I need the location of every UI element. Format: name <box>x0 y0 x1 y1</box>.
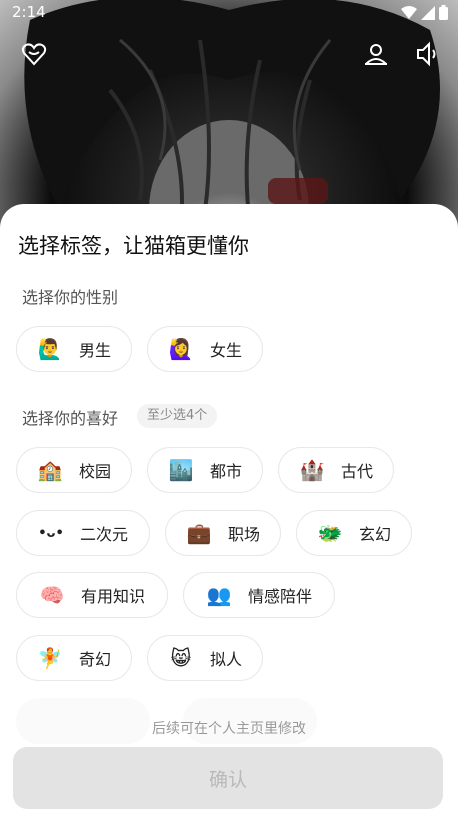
sheet-title: 选择标签，让猫箱更懂你 <box>18 234 249 258</box>
chip-label: 玄幻 <box>358 525 391 544</box>
status-time: 2:14 <box>12 3 46 21</box>
gender-option-female[interactable]: 🙋‍♀️ 女生 <box>147 326 263 372</box>
chip-label: 有用知识 <box>80 587 145 606</box>
volume-icon[interactable] <box>414 40 442 68</box>
male-emoji-icon: 🙋‍♂️ <box>37 337 63 361</box>
female-emoji-icon: 🙋‍♀️ <box>168 337 194 361</box>
chip-label: 拟人 <box>209 650 242 669</box>
interest-option-anthropomorphic[interactable]: 😸 拟人 <box>147 635 263 681</box>
wifi-icon <box>401 5 417 19</box>
chip-label: 校园 <box>78 462 111 481</box>
interest-option-city[interactable]: 🏙️ 都市 <box>147 447 263 493</box>
briefcase-icon: 💼 <box>186 521 212 545</box>
castle-icon: 🏰 <box>299 458 325 482</box>
chip-label: 古代 <box>340 462 373 481</box>
chip-label: 职场 <box>227 525 260 544</box>
people-icon: 👥 <box>206 583 232 607</box>
interest-option-campus[interactable]: 🏫 校园 <box>16 447 132 493</box>
chip-label: 情感陪伴 <box>247 587 312 606</box>
chip-label: 男生 <box>78 341 111 360</box>
gender-section-label: 选择你的性别 <box>22 288 119 307</box>
interest-option-ancient[interactable]: 🏰 古代 <box>278 447 394 493</box>
heart-icon[interactable] <box>20 40 48 68</box>
school-icon: 🏫 <box>37 458 63 482</box>
interest-option-companionship[interactable]: 👥 情感陪伴 <box>183 572 335 618</box>
interest-option-fantasy-xuanhuan[interactable]: 🐲 玄幻 <box>296 510 412 556</box>
brain-icon: 🧠 <box>39 583 65 607</box>
confirm-button[interactable]: 确认 <box>13 747 443 809</box>
dragon-icon: 🐲 <box>317 521 343 545</box>
min-select-hint: 至少选4个 <box>137 404 218 428</box>
signal-icon <box>421 5 435 20</box>
interest-option-fantasy[interactable]: 🧚 奇幻 <box>16 635 132 681</box>
city-icon: 🏙️ <box>168 458 194 482</box>
status-bar: 2:14 <box>0 0 458 26</box>
gender-option-male[interactable]: 🙋‍♂️ 男生 <box>16 326 132 372</box>
kaomoji-icon: •ᴗ• <box>38 525 64 541</box>
interest-option-workplace[interactable]: 💼 职场 <box>165 510 281 556</box>
footer-hint: 后续可在个人主页里修改 <box>152 721 306 737</box>
profile-icon[interactable] <box>362 40 390 68</box>
tag-selection-sheet: 选择标签，让猫箱更懂你 选择你的性别 🙋‍♂️ 男生 🙋‍♀️ 女生 选择你的喜… <box>0 204 458 820</box>
chip-label: 女生 <box>209 341 242 360</box>
cat-icon: 😸 <box>170 646 192 670</box>
battery-icon <box>439 5 448 20</box>
interest-option-knowledge[interactable]: 🧠 有用知识 <box>16 572 168 618</box>
interest-option-anime[interactable]: •ᴗ• 二次元 <box>16 510 150 556</box>
chip-label: 二次元 <box>79 525 128 544</box>
chip-label: 都市 <box>209 462 242 481</box>
fairy-icon: 🧚 <box>37 646 63 670</box>
chip-label: 奇幻 <box>78 650 111 669</box>
interest-section-label: 选择你的喜好 <box>22 409 119 428</box>
